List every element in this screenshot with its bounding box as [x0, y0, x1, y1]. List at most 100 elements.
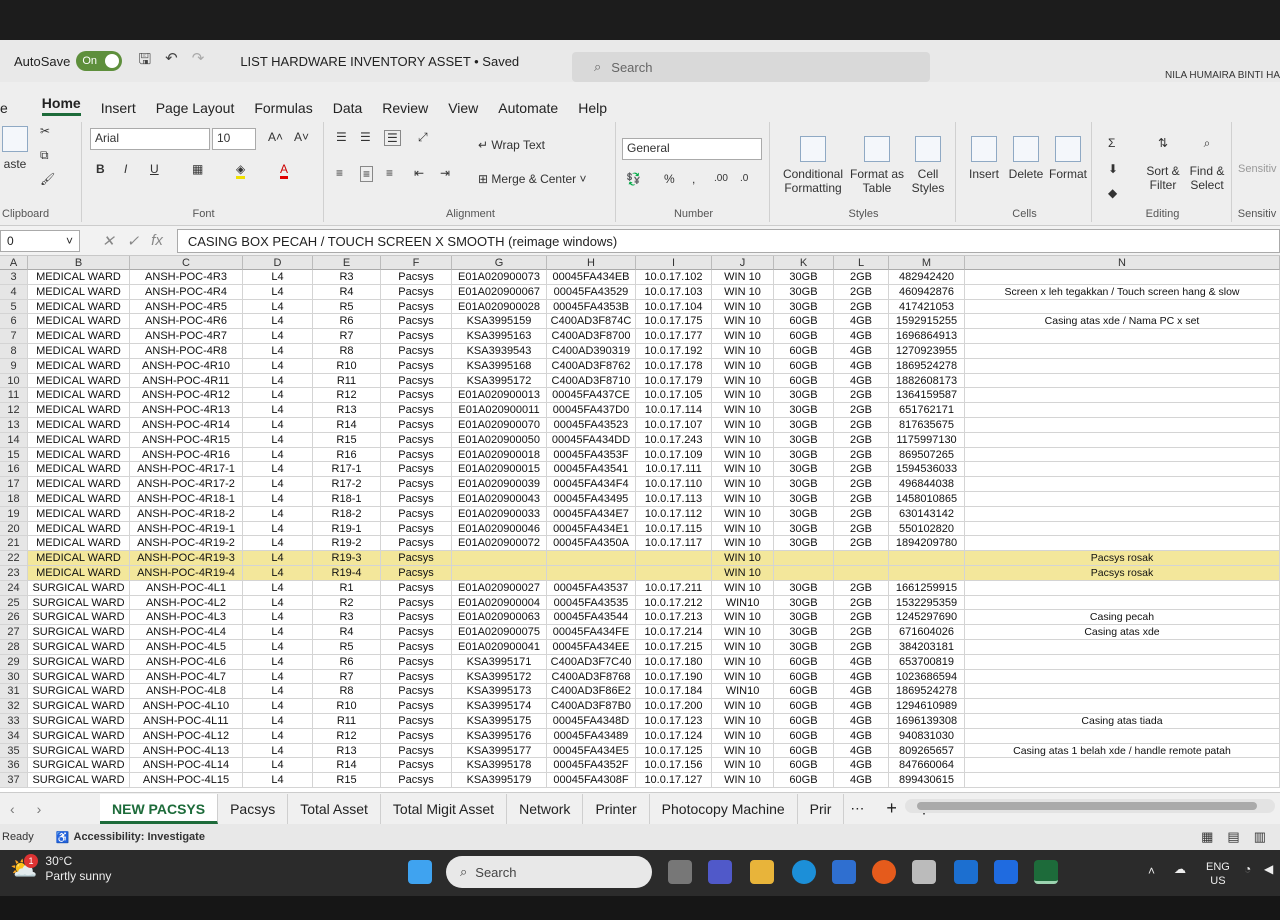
accounting-icon[interactable]: 💱 [626, 172, 641, 186]
grid-cell[interactable]: E01A020900033 [452, 506, 547, 522]
grid-cell[interactable]: 60GB [774, 654, 834, 670]
grid-cell[interactable]: MEDICAL WARD [28, 447, 130, 463]
page-layout-view-icon[interactable]: ▤ [1227, 829, 1239, 845]
grid-cell[interactable]: 00045FA434EE [547, 640, 636, 655]
grid-cell[interactable]: WIN 10 [712, 506, 774, 522]
grid-cell[interactable]: R4 [313, 625, 381, 640]
grid-cell[interactable]: R4 [313, 284, 381, 300]
grid-cell[interactable]: 10.0.17.179 [636, 373, 712, 389]
grid-cell[interactable]: 2GB [834, 388, 889, 404]
grid-cell[interactable]: WIN 10 [712, 566, 774, 581]
sheet-tab[interactable]: Network [507, 793, 584, 824]
grid-cell[interactable]: 4GB [834, 699, 889, 714]
grid-cell[interactable]: 10.0.17.184 [636, 684, 712, 700]
align-middle-icon[interactable]: ☰ [360, 130, 371, 144]
grid-cell[interactable]: 10.0.17.114 [636, 403, 712, 418]
grid-cell[interactable] [965, 654, 1280, 670]
grid-cell[interactable]: 4GB [834, 728, 889, 744]
grid-cell[interactable]: MEDICAL WARD [28, 551, 130, 566]
grid-cell[interactable]: Pacsys [381, 773, 452, 788]
fill-icon[interactable]: ⬇ [1108, 162, 1118, 176]
grid-cell[interactable]: C400AD3F86E2 [547, 684, 636, 700]
tab-help[interactable]: Help [578, 100, 607, 116]
grid-cell[interactable]: L4 [243, 477, 313, 492]
row-header[interactable]: 11 [0, 388, 28, 404]
grid-cell[interactable]: E01A020900041 [452, 640, 547, 655]
grid-cell[interactable]: WIN 10 [712, 462, 774, 478]
grid-cell[interactable]: R12 [313, 388, 381, 404]
row-header[interactable]: 3 [0, 270, 28, 285]
grid-cell[interactable]: 10.0.17.190 [636, 669, 712, 685]
scroll-thumb[interactable] [917, 802, 1257, 810]
grid-cell[interactable]: 30GB [774, 388, 834, 404]
format-cells-button[interactable]: Format [1048, 136, 1088, 181]
grid-cell[interactable]: L4 [243, 610, 313, 626]
row-header[interactable]: 37 [0, 773, 28, 788]
grid-cell[interactable]: ANSH-POC-4R11 [130, 373, 243, 389]
grid-cell[interactable]: 869507265 [889, 447, 965, 463]
row-header[interactable]: 22 [0, 551, 28, 566]
column-header-g[interactable]: G [452, 256, 547, 270]
grid-cell[interactable]: MEDICAL WARD [28, 477, 130, 492]
grid-cell[interactable]: 4GB [834, 373, 889, 389]
normal-view-icon[interactable]: ▦ [1201, 829, 1213, 845]
grid-cell[interactable]: 1364159587 [889, 388, 965, 404]
grid-cell[interactable]: R2 [313, 595, 381, 611]
grid-cell[interactable]: SURGICAL WARD [28, 684, 130, 700]
row-header[interactable]: 25 [0, 595, 28, 611]
grid-cell[interactable]: 2GB [834, 580, 889, 596]
grid-cell[interactable]: 460942876 [889, 284, 965, 300]
tab-data[interactable]: Data [333, 100, 363, 116]
grid-cell[interactable] [965, 358, 1280, 374]
grid-cell[interactable]: L4 [243, 432, 313, 448]
grid-cell[interactable] [547, 551, 636, 566]
grid-cell[interactable]: 00045FA4348D [547, 714, 636, 729]
row-header[interactable]: 10 [0, 373, 28, 389]
grid-cell[interactable]: WIN 10 [712, 625, 774, 640]
grid-cell[interactable] [636, 551, 712, 566]
column-header-b[interactable]: B [28, 256, 130, 270]
grid-cell[interactable]: Casing atas tiada [965, 714, 1280, 729]
grid-cell[interactable]: WIN 10 [712, 551, 774, 566]
grid-cell[interactable]: Casing atas xde [965, 625, 1280, 640]
grid-cell[interactable]: R8 [313, 684, 381, 700]
task-view-icon[interactable] [668, 860, 692, 884]
grid-cell[interactable]: WIN 10 [712, 299, 774, 315]
grid-cell[interactable] [965, 580, 1280, 596]
grid-cell[interactable]: 00045FA43541 [547, 462, 636, 478]
clear-icon[interactable]: ◆ [1108, 186, 1117, 200]
grid-cell[interactable]: 10.0.17.214 [636, 625, 712, 640]
cancel-icon[interactable]: ✕ [102, 232, 115, 250]
grid-cell[interactable]: 00045FA437CE [547, 388, 636, 404]
grid-cell[interactable]: L4 [243, 640, 313, 655]
grid-cell[interactable]: MEDICAL WARD [28, 506, 130, 522]
grid-cell[interactable]: L4 [243, 654, 313, 670]
grid-cell[interactable]: ANSH-POC-4R6 [130, 314, 243, 330]
grid-cell[interactable]: WIN 10 [712, 314, 774, 330]
grid-cell[interactable]: 30GB [774, 418, 834, 433]
column-header-f[interactable]: F [381, 256, 452, 270]
grid-cell[interactable]: 00045FA43529 [547, 284, 636, 300]
italic-icon[interactable]: I [124, 162, 127, 176]
grid-cell[interactable]: Pacsys [381, 566, 452, 581]
grid-cell[interactable] [965, 758, 1280, 774]
grid-cell[interactable]: 10.0.17.156 [636, 758, 712, 774]
grid-cell[interactable]: ANSH-POC-4L6 [130, 654, 243, 670]
grid-cell[interactable]: Pacsys [381, 506, 452, 522]
column-header-e[interactable]: E [313, 256, 381, 270]
grid-cell[interactable]: L4 [243, 536, 313, 552]
grid-cell[interactable]: 30GB [774, 536, 834, 552]
grid-cell[interactable]: 60GB [774, 669, 834, 685]
grid-cell[interactable]: MEDICAL WARD [28, 329, 130, 344]
font-color-icon[interactable]: A [280, 162, 289, 179]
grid-cell[interactable]: ANSH-POC-4R4 [130, 284, 243, 300]
grid-cell[interactable]: ANSH-POC-4L7 [130, 669, 243, 685]
grid-cell[interactable] [965, 403, 1280, 418]
grid-cell[interactable]: E01A020900018 [452, 447, 547, 463]
grid-cell[interactable]: Pacsys [381, 521, 452, 537]
grid-cell[interactable]: E01A020900039 [452, 477, 547, 492]
grid-cell[interactable]: 30GB [774, 640, 834, 655]
grid-cell[interactable] [452, 566, 547, 581]
sort-filter-button[interactable]: ⇅ Sort & Filter [1142, 136, 1184, 192]
grid-cell[interactable]: E01A020900072 [452, 536, 547, 552]
